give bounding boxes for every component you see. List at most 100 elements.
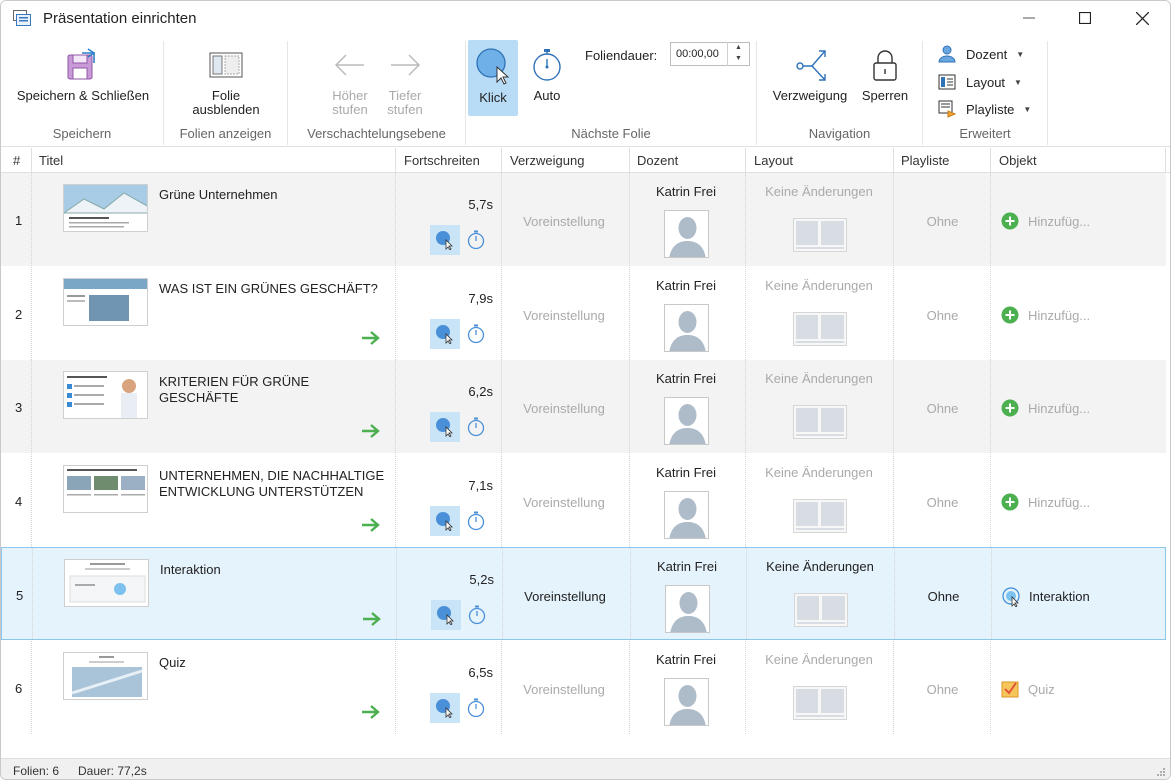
advance-click-button[interactable] bbox=[430, 318, 460, 349]
slide-title[interactable]: UNTERNEHMEN, DIE NACHHALTIGE ENTWICKLUNG… bbox=[159, 468, 389, 500]
header-playliste[interactable]: Playliste bbox=[901, 153, 949, 168]
avatar[interactable] bbox=[664, 303, 709, 352]
promote-button[interactable]: Höher stufen bbox=[326, 47, 374, 117]
stopwatch-icon[interactable] bbox=[467, 511, 485, 531]
playlist-value[interactable]: Ohne bbox=[896, 589, 991, 604]
table-row[interactable]: 1 Grüne Unternehmen 5,7s Voreinstellung Katr… bbox=[1, 173, 1166, 266]
avatar[interactable] bbox=[664, 490, 709, 539]
advance-click-button[interactable] bbox=[430, 412, 460, 442]
playlist-value[interactable]: Ohne bbox=[895, 401, 990, 416]
branch-value[interactable]: Voreinstellung bbox=[501, 495, 627, 510]
table-row[interactable]: 6 Quiz 6,5s Voreinstellung Katrin Frei Keine … bbox=[1, 640, 1166, 734]
avatar[interactable] bbox=[664, 210, 709, 258]
advance-click-button[interactable] bbox=[431, 600, 461, 630]
header-dozent[interactable]: Dozent bbox=[637, 153, 678, 168]
layout-value[interactable]: Keine Änderungen bbox=[746, 559, 894, 574]
branch-value[interactable]: Voreinstellung bbox=[501, 401, 627, 416]
auto-button[interactable]: Auto bbox=[524, 47, 570, 103]
object-icon[interactable] bbox=[1001, 399, 1019, 420]
slide-thumbnail[interactable] bbox=[64, 559, 149, 607]
header-num[interactable]: # bbox=[13, 153, 20, 168]
header-layout[interactable]: Layout bbox=[754, 153, 793, 168]
object-icon[interactable] bbox=[1002, 587, 1022, 610]
slide-thumbnail[interactable] bbox=[63, 371, 148, 419]
object-icon[interactable] bbox=[1001, 212, 1019, 233]
klick-button[interactable]: Klick bbox=[468, 40, 518, 116]
presenter-name[interactable]: Katrin Frei bbox=[629, 278, 743, 293]
resize-grip-icon[interactable] bbox=[1156, 767, 1166, 777]
layout-value[interactable]: Keine Änderungen bbox=[745, 184, 893, 199]
branch-value[interactable]: Voreinstellung bbox=[501, 682, 627, 697]
slide-thumbnail[interactable] bbox=[63, 651, 148, 700]
object-value[interactable]: Quiz bbox=[1028, 682, 1055, 697]
branch-value[interactable]: Voreinstellung bbox=[501, 308, 627, 323]
presenter-name[interactable]: Katrin Frei bbox=[630, 559, 744, 574]
table-row[interactable]: 3 KRITERIEN FÜR GRÜNE GESCHÄFTE 6,2s Vorein… bbox=[1, 360, 1166, 453]
header-fortschreiten[interactable]: Fortschreiten bbox=[404, 153, 480, 168]
slide-duration[interactable]: 7,9s bbox=[401, 291, 493, 306]
object-value[interactable]: Hinzufüg... bbox=[1028, 308, 1090, 323]
branch-value[interactable]: Voreinstellung bbox=[501, 214, 627, 229]
avatar[interactable] bbox=[665, 585, 710, 633]
stopwatch-icon[interactable] bbox=[467, 417, 485, 437]
header-objekt[interactable]: Objekt bbox=[999, 153, 1037, 168]
object-value[interactable]: Hinzufüg... bbox=[1028, 495, 1090, 510]
verzweigung-button[interactable]: Verzweigung bbox=[769, 47, 851, 103]
dozent-dropdown[interactable]: Dozent ▼ bbox=[938, 42, 1024, 66]
spin-up-icon[interactable]: ▲ bbox=[728, 42, 749, 53]
slide-title[interactable]: Interaktion bbox=[160, 562, 390, 578]
object-icon[interactable] bbox=[1001, 680, 1019, 701]
table-row[interactable]: 4 UNTERNEHMEN, DIE NACHHALTIGE ENTWICKLUN… bbox=[1, 453, 1166, 547]
spin-down-icon[interactable]: ▼ bbox=[728, 53, 749, 64]
object-value[interactable]: Hinzufüg... bbox=[1028, 214, 1090, 229]
presenter-name[interactable]: Katrin Frei bbox=[629, 184, 743, 199]
presenter-name[interactable]: Katrin Frei bbox=[629, 371, 743, 386]
object-value[interactable]: Hinzufüg... bbox=[1028, 401, 1090, 416]
slide-title[interactable]: Grüne Unternehmen bbox=[159, 187, 389, 203]
layout-dropdown[interactable]: Layout ▼ bbox=[938, 70, 1022, 94]
object-icon[interactable] bbox=[1001, 493, 1019, 514]
slide-duration[interactable]: 5,7s bbox=[401, 197, 493, 212]
presenter-name[interactable]: Katrin Frei bbox=[629, 465, 743, 480]
layout-value[interactable]: Keine Änderungen bbox=[745, 465, 893, 480]
demote-button[interactable]: Tiefer stufen bbox=[381, 47, 429, 117]
stopwatch-icon[interactable] bbox=[467, 324, 485, 344]
slide-title[interactable]: Quiz bbox=[159, 655, 389, 671]
playlist-value[interactable]: Ohne bbox=[895, 682, 990, 697]
slide-duration[interactable]: 6,5s bbox=[401, 665, 493, 680]
object-icon[interactable] bbox=[1001, 306, 1019, 327]
header-titel[interactable]: Titel bbox=[39, 153, 63, 168]
layout-value[interactable]: Keine Änderungen bbox=[745, 652, 893, 667]
close-button[interactable] bbox=[1119, 1, 1165, 35]
hide-slide-button[interactable]: Folie ausblenden bbox=[186, 47, 266, 117]
advance-click-button[interactable] bbox=[430, 505, 460, 536]
avatar[interactable] bbox=[664, 397, 709, 445]
stopwatch-icon[interactable] bbox=[468, 605, 486, 625]
slide-duration[interactable]: 5,2s bbox=[402, 572, 494, 587]
save-close-button[interactable]: Speichern & Schließen bbox=[11, 47, 155, 103]
slide-duration[interactable]: 7,1s bbox=[401, 478, 493, 493]
presenter-name[interactable]: Katrin Frei bbox=[629, 652, 743, 667]
advance-click-button[interactable] bbox=[430, 225, 460, 255]
object-value[interactable]: Interaktion bbox=[1029, 589, 1090, 604]
playliste-dropdown[interactable]: Playliste ▼ bbox=[938, 97, 1031, 121]
table-row[interactable]: 2 WAS IST EIN GRÜNES GESCHÄFT? 7,9s Voreins… bbox=[1, 266, 1166, 360]
foliendauer-spinner[interactable]: ▲ ▼ bbox=[727, 42, 749, 66]
layout-value[interactable]: Keine Änderungen bbox=[745, 371, 893, 386]
playlist-value[interactable]: Ohne bbox=[895, 495, 990, 510]
minimize-button[interactable] bbox=[1006, 1, 1052, 35]
playlist-value[interactable]: Ohne bbox=[895, 308, 990, 323]
maximize-button[interactable] bbox=[1062, 1, 1108, 35]
slide-title[interactable]: WAS IST EIN GRÜNES GESCHÄFT? bbox=[159, 281, 389, 297]
branch-value[interactable]: Voreinstellung bbox=[502, 589, 628, 604]
layout-value[interactable]: Keine Änderungen bbox=[745, 278, 893, 293]
avatar[interactable] bbox=[664, 677, 709, 726]
stopwatch-icon[interactable] bbox=[467, 698, 485, 718]
sperren-button[interactable]: Sperren bbox=[857, 47, 913, 103]
slide-title[interactable]: KRITERIEN FÜR GRÜNE GESCHÄFTE bbox=[159, 374, 389, 406]
slide-thumbnail[interactable] bbox=[63, 464, 148, 513]
slide-thumbnail[interactable] bbox=[63, 277, 148, 326]
slide-duration[interactable]: 6,2s bbox=[401, 384, 493, 399]
table-row[interactable]: 5 Interaktion 5,2s Voreinstellung Katrin Fre… bbox=[1, 547, 1166, 640]
playlist-value[interactable]: Ohne bbox=[895, 214, 990, 229]
